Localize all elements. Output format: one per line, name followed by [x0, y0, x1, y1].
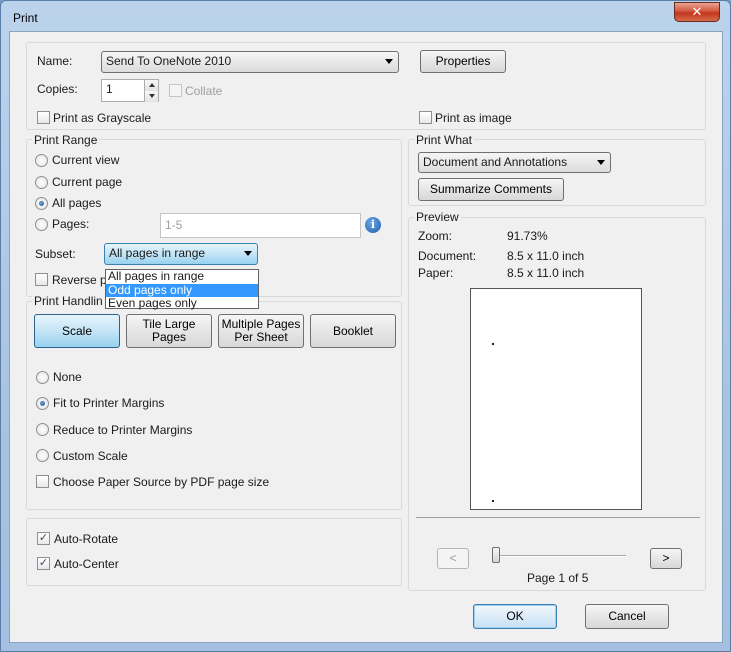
dialog-client-area: Name: Send To OneNote 2010 Properties Co…: [9, 31, 723, 643]
pages-value: 1-5: [165, 218, 183, 232]
grayscale-label: Print as Grayscale: [53, 111, 152, 125]
paper-size-label: Paper:: [418, 266, 454, 280]
subset-option-odd[interactable]: Odd pages only: [106, 283, 258, 297]
window-title: Print: [13, 11, 38, 25]
auto-center-label: Auto-Center: [54, 557, 119, 571]
info-icon[interactable]: i: [365, 217, 381, 233]
print-handling-title: Print Handlin: [32, 294, 105, 308]
copies-decrement[interactable]: [144, 91, 158, 102]
current-view-label: Current view: [52, 153, 120, 167]
print-what-select[interactable]: Document and Annotations: [418, 152, 611, 173]
page-status: Page 1 of 5: [527, 571, 589, 585]
reverse-pages-label: Reverse p: [52, 273, 107, 287]
tile-large-pages-button[interactable]: Tile Large Pages: [126, 314, 212, 348]
page-slider-thumb[interactable]: [492, 547, 500, 563]
arrow-up-icon: [149, 83, 155, 87]
custom-scale-label: Custom Scale: [53, 449, 128, 463]
auto-rotate-checkbox[interactable]: ✓: [37, 532, 50, 545]
current-page-radio[interactable]: [35, 176, 48, 189]
preview-title: Preview: [414, 210, 461, 224]
print-what-value: Document and Annotations: [423, 155, 568, 169]
chevron-down-icon: [244, 251, 252, 256]
preview-divider: [416, 517, 700, 518]
name-label: Name:: [37, 54, 73, 68]
paper-source-label: Choose Paper Source by PDF page size: [53, 475, 270, 489]
reverse-pages-checkbox[interactable]: [35, 273, 48, 286]
print-range-title: Print Range: [32, 133, 100, 147]
print-dialog-window: Print ✕ Name: Send To OneNote 2010 Prope…: [0, 0, 731, 652]
page-preview: [470, 288, 642, 510]
pages-radio[interactable]: [35, 218, 48, 231]
scale-button-label: Scale: [61, 323, 93, 338]
current-view-radio[interactable]: [35, 154, 48, 167]
fit-to-margins-radio[interactable]: [36, 397, 49, 410]
fit-to-margins-label: Fit to Printer Margins: [53, 396, 165, 410]
scale-button[interactable]: Scale: [34, 314, 120, 348]
all-pages-label: All pages: [52, 196, 102, 210]
paper-size-value: 8.5 x 11.0 inch: [507, 266, 585, 280]
page-slider-track[interactable]: [494, 555, 626, 557]
chevron-down-icon: [597, 160, 605, 165]
zoom-label: Zoom:: [418, 229, 453, 243]
document-size-label: Document:: [418, 249, 477, 263]
pages-input[interactable]: 1-5: [160, 213, 361, 238]
copies-label: Copies:: [37, 82, 78, 96]
print-what-title: Print What: [414, 133, 475, 147]
auto-center-checkbox[interactable]: ✓: [37, 557, 50, 570]
pages-label: Pages:: [52, 217, 90, 231]
close-button[interactable]: ✕: [674, 2, 720, 22]
orientation-group: [26, 518, 402, 586]
preview-mark: [492, 343, 494, 345]
tile-label-line2: Pages: [151, 330, 187, 344]
custom-scale-radio[interactable]: [36, 449, 49, 462]
properties-button[interactable]: Properties: [420, 50, 506, 73]
zoom-value: 91.73%: [507, 229, 548, 243]
scale-none-radio[interactable]: [36, 371, 49, 384]
arrow-down-icon: [149, 94, 155, 98]
print-as-image-label: Print as image: [435, 111, 512, 125]
collate-checkbox[interactable]: [169, 84, 182, 97]
print-as-image-checkbox[interactable]: [419, 111, 432, 124]
scale-none-label: None: [53, 370, 82, 384]
multiple-pages-per-sheet-button[interactable]: Multiple Pages Per Sheet: [218, 314, 304, 348]
ok-button[interactable]: OK: [473, 604, 557, 629]
multi-label-line2: Per Sheet: [234, 330, 288, 344]
title-bar[interactable]: Print ✕: [1, 1, 730, 31]
document-size-value: 8.5 x 11.0 inch: [507, 249, 585, 263]
subset-option-all[interactable]: All pages in range: [106, 270, 258, 284]
subset-label: Subset:: [35, 247, 76, 261]
printer-name-select[interactable]: Send To OneNote 2010: [101, 51, 399, 73]
current-page-label: Current page: [52, 175, 123, 189]
copies-increment[interactable]: [144, 80, 158, 91]
preview-mark: [492, 500, 494, 502]
subset-dropdown-list: All pages in range Odd pages only Even p…: [105, 269, 259, 309]
booklet-button[interactable]: Booklet: [310, 314, 396, 348]
subset-option-even[interactable]: Even pages only: [106, 297, 258, 311]
reduce-to-margins-label: Reduce to Printer Margins: [53, 423, 193, 437]
next-page-button[interactable]: >: [650, 548, 682, 569]
paper-source-checkbox[interactable]: [36, 475, 49, 488]
grayscale-checkbox[interactable]: [37, 111, 50, 124]
previous-page-button[interactable]: <: [437, 548, 469, 569]
subset-select[interactable]: All pages in range: [104, 243, 258, 265]
all-pages-radio[interactable]: [35, 197, 48, 210]
booklet-button-label: Booklet: [332, 323, 374, 338]
subset-value: All pages in range: [109, 246, 206, 260]
summarize-comments-button[interactable]: Summarize Comments: [418, 178, 564, 201]
cancel-button[interactable]: Cancel: [585, 604, 669, 629]
auto-rotate-label: Auto-Rotate: [54, 532, 119, 546]
reduce-to-margins-radio[interactable]: [36, 423, 49, 436]
collate-label: Collate: [185, 84, 223, 98]
printer-name-value: Send To OneNote 2010: [106, 54, 232, 68]
chevron-down-icon: [385, 59, 393, 64]
copies-value: 1: [106, 82, 113, 96]
